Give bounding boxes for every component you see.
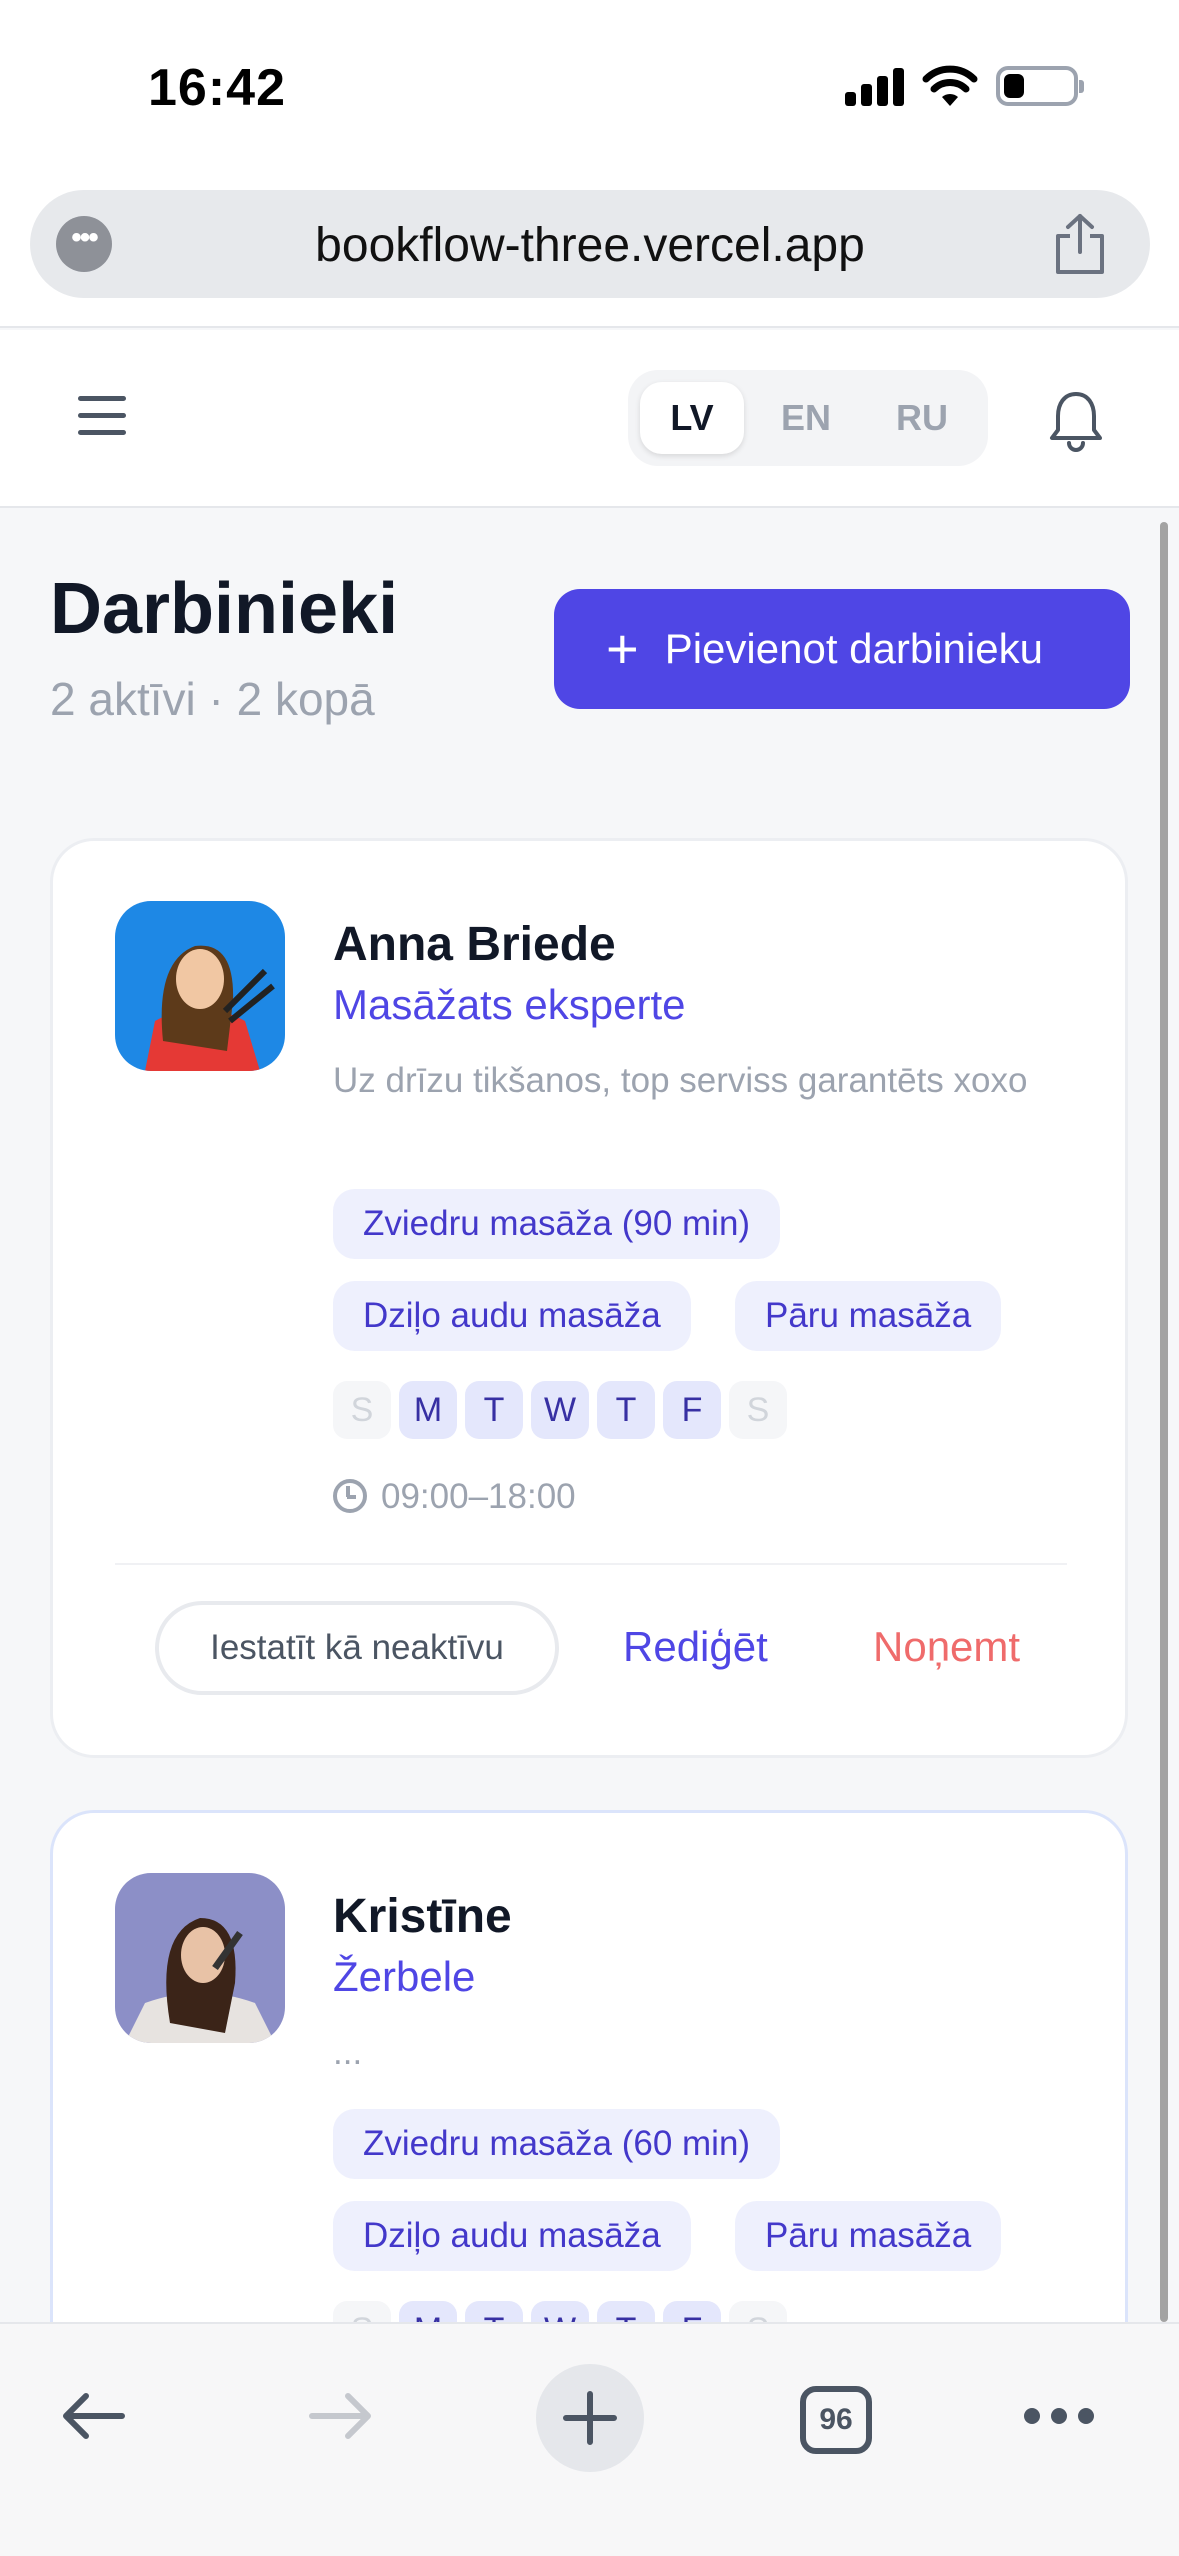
employee-role: Žerbele: [333, 1953, 476, 2000]
more-icon[interactable]: [1024, 2402, 1094, 2432]
add-employee-label: Pievienot darbinieku: [664, 625, 1043, 672]
address-bar[interactable]: ••• bookflow-three.vercel.app: [30, 190, 1150, 298]
avatar: [115, 901, 285, 1071]
new-tab-button[interactable]: [536, 2364, 644, 2472]
employee-name: Anna Briede: [333, 918, 616, 971]
page-title: Darbinieki: [50, 569, 399, 649]
working-hours: 09:00–18:00: [333, 1477, 576, 1517]
browser-address-area: ••• bookflow-three.vercel.app: [0, 170, 1179, 328]
url-text[interactable]: bookflow-three.vercel.app: [30, 218, 1150, 273]
service-tag: Pāru masāža: [735, 2201, 1002, 2271]
browser-toolbar: 96: [0, 2322, 1179, 2556]
plus-icon: [563, 2391, 617, 2445]
add-employee-button[interactable]: + Pievienot darbinieku: [554, 589, 1130, 709]
status-bar: 16:42: [0, 0, 1179, 170]
card-divider: [115, 1563, 1067, 1565]
working-hours-text: 09:00–18:00: [381, 1477, 576, 1516]
share-icon[interactable]: [1050, 212, 1110, 276]
battery-icon: [996, 66, 1084, 106]
language-switcher: LV EN RU: [628, 370, 988, 466]
day-chip: S: [729, 1381, 787, 1439]
lang-en-button[interactable]: EN: [754, 382, 858, 454]
cellular-signal-icon: [845, 66, 907, 106]
lang-ru-button[interactable]: RU: [870, 382, 974, 454]
plus-icon: +: [606, 617, 639, 680]
wifi-icon: [922, 65, 978, 106]
clock-icon: [333, 1479, 367, 1513]
day-chip: T: [465, 1381, 523, 1439]
service-tag: Dziļo audu masāža: [333, 2201, 691, 2271]
service-tag: Dziļo audu masāža: [333, 1281, 691, 1351]
service-tag: Zviedru masāža (90 min): [333, 1189, 781, 1259]
employee-card: Anna Briede Masāžats eksperte Uz drīzu t…: [50, 838, 1128, 1758]
employee-role: Masāžats eksperte: [333, 981, 686, 1028]
day-chip: F: [663, 1381, 721, 1439]
day-chip: S: [333, 1381, 391, 1439]
employee-bio: ...: [333, 2033, 363, 2072]
day-chip: W: [531, 1381, 589, 1439]
day-chip: M: [399, 1381, 457, 1439]
bell-icon[interactable]: [1046, 388, 1106, 452]
forward-arrow-icon[interactable]: [304, 2384, 376, 2448]
remove-button[interactable]: Noņemt: [873, 1623, 1020, 1671]
tabs-count-button[interactable]: 96: [800, 2386, 872, 2454]
employee-name: Kristīne: [333, 1890, 512, 1943]
app-header: LV EN RU: [0, 330, 1179, 508]
menu-icon[interactable]: [78, 396, 126, 436]
page-scrollbar[interactable]: [1160, 522, 1168, 2322]
service-tag: Pāru masāža: [735, 1281, 1002, 1351]
status-time: 16:42: [148, 59, 286, 117]
lang-lv-button[interactable]: LV: [640, 382, 744, 454]
service-tag: Zviedru masāža (60 min): [333, 2109, 781, 2179]
page-subtitle: 2 aktīvi · 2 kopā: [50, 673, 375, 725]
back-arrow-icon[interactable]: [58, 2384, 130, 2448]
avatar: [115, 1873, 285, 2043]
set-inactive-button[interactable]: Iestatīt kā neaktīvu: [155, 1601, 559, 1695]
day-chip: T: [597, 1381, 655, 1439]
employee-bio: Uz drīzu tikšanos, top serviss garantēts…: [333, 1061, 1028, 1100]
edit-button[interactable]: Rediģēt: [623, 1623, 768, 1671]
